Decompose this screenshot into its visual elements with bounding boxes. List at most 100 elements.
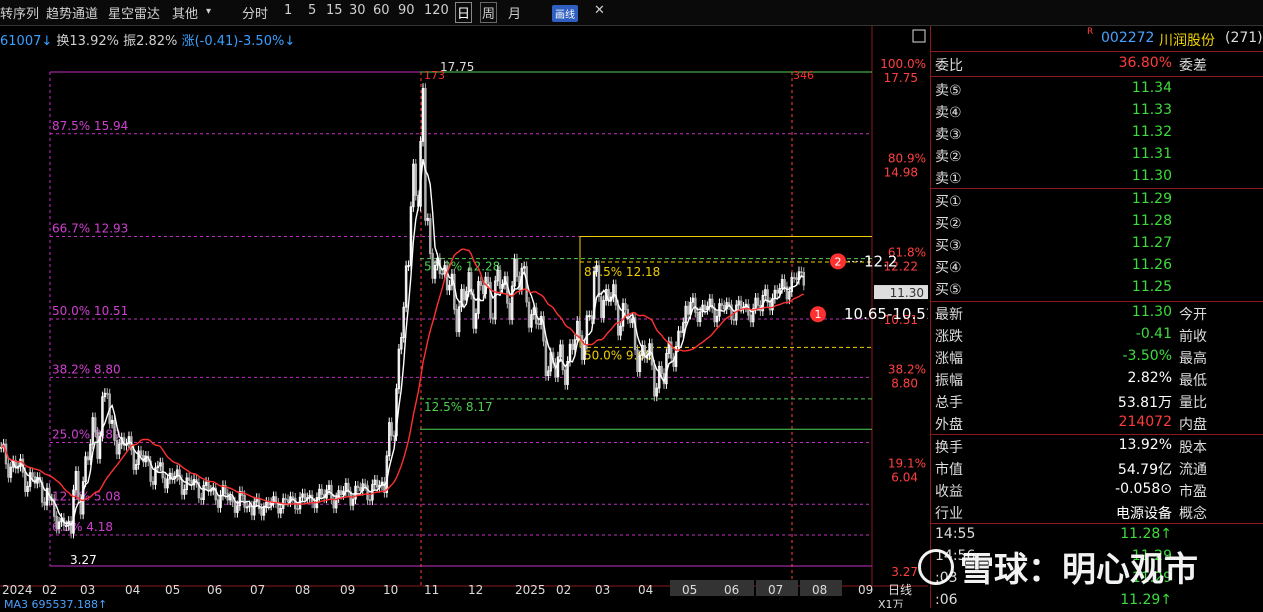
xaxis-label: 05 (682, 583, 697, 597)
candle-body (508, 302, 511, 320)
sell-row-5-value: 11.34 (1131, 80, 1172, 96)
candle-body (653, 364, 656, 397)
candle-body (178, 469, 181, 481)
stat-row-0-label: 最新 (935, 307, 963, 323)
period-1[interactable]: 1 (284, 3, 292, 18)
period-60[interactable]: 60 (373, 3, 390, 18)
candle-body (472, 293, 475, 329)
axis-price: 6.04 (891, 470, 918, 484)
period-30[interactable]: 30 (349, 3, 366, 18)
sell-row-1-value: 11.30 (1131, 168, 1172, 184)
candle-body (320, 488, 324, 495)
stat-row-0: 最新 11.30 今开 (931, 302, 1263, 324)
candle-body (527, 301, 531, 328)
buy-row-4-value: 11.26 (1131, 257, 1172, 273)
period-15[interactable]: 15 (326, 3, 343, 18)
tick-row: :06 11.29↑ (931, 590, 1263, 612)
period-90[interactable]: 90 (398, 3, 415, 18)
candle-body (713, 307, 716, 323)
menu-star-radar[interactable]: 星空雷达 (108, 3, 160, 22)
candle-body (679, 330, 683, 333)
candle-body (515, 258, 519, 278)
candle-body (590, 315, 593, 320)
candle-body (544, 340, 548, 376)
candle-body (455, 308, 458, 333)
period-week[interactable]: 周 (479, 2, 498, 23)
buy-row-1-label: 买① (935, 194, 962, 210)
bar-label-346: 346 (793, 69, 814, 82)
sell-row-2: 卖② 11.31 (931, 144, 1263, 166)
maximize-icon (912, 29, 926, 43)
stat2-row-3-label: 行业 (935, 506, 963, 522)
stat-row-4-label2: 量比 (1179, 395, 1207, 411)
chevron-down-icon[interactable]: ▾ (206, 6, 211, 17)
marker-2-num: 2 (835, 255, 842, 268)
xaxis-label: 10 (383, 583, 398, 597)
menu-sequence[interactable]: 转序列 (0, 3, 39, 22)
buy-row-1: 买① 11.29 (931, 189, 1263, 211)
xaxis-label: 07 (250, 583, 265, 597)
stat-row-4: 总手 53.81万 量比 (931, 390, 1263, 412)
candle-body (356, 485, 360, 488)
xueqiu-logo-icon (918, 549, 954, 585)
panel-header: R 002272 川润股份 (271) (931, 27, 1263, 50)
candle-body (749, 314, 753, 323)
candle-body (802, 271, 806, 286)
candlestick-chart[interactable]: 87.5% 15.94 66.7% 12.93 50.0% 10.51 38.2% 8… (0, 26, 928, 608)
menu-other[interactable]: 其他 (172, 3, 198, 22)
draw-line-button[interactable]: 画线 (552, 5, 578, 22)
stat2-row-2-label2: 市盈 (1179, 484, 1207, 500)
period-label: 日线 (888, 583, 912, 597)
candle-body (86, 456, 90, 461)
candle-body (783, 279, 786, 288)
candle-body (732, 318, 736, 321)
candle-body (428, 218, 432, 254)
inner-fib-label: 12.5% 8.17 (424, 400, 493, 414)
period-120[interactable]: 120 (424, 3, 449, 18)
axis-price: 17.75 (884, 71, 918, 85)
stat2-row-1: 市值 54.79亿 流通 (931, 457, 1263, 479)
marker-2-text: 12.2 (864, 252, 897, 270)
sell-row-4-value: 11.33 (1131, 102, 1172, 118)
stat2-row-2: 收益 -0.058⊙ 市盈 (931, 479, 1263, 501)
buy-row-2: 买② 11.28 (931, 211, 1263, 233)
fib-label: 38.2% 8.80 (52, 362, 121, 376)
xaxis-label: 11 (424, 583, 439, 597)
stat-row-0-label2: 今开 (1179, 307, 1207, 323)
candle-body (491, 317, 495, 320)
candle-body (441, 273, 444, 276)
xaxis-label: 02 (556, 583, 571, 597)
xaxis-label: 03 (595, 583, 610, 597)
stat-row-3-value: 2.82% (1127, 370, 1172, 386)
candle-body (739, 300, 743, 309)
period-5[interactable]: 5 (308, 3, 316, 18)
candle-body (414, 163, 417, 196)
tab-fenshi[interactable]: 分时 (242, 3, 268, 22)
candle-body (636, 349, 639, 373)
period-day[interactable]: 日 (454, 2, 473, 23)
chart-toolbar: 转序列 趋势通道 星空雷达 其他 ▾ 分时 1 5 15 30 60 90 12… (0, 0, 1263, 26)
stock-code: 002272 (1101, 30, 1155, 46)
candle-body (187, 477, 191, 481)
xaxis-label: 02 (42, 583, 57, 597)
close-icon[interactable]: ✕ (594, 3, 605, 18)
candle-body (284, 498, 287, 501)
candle-body (392, 435, 396, 438)
sell-row-3: 卖③ 11.32 (931, 122, 1263, 144)
stat-row-5-label2: 内盘 (1179, 417, 1207, 433)
candle-body (578, 320, 581, 336)
candle-body (303, 493, 307, 500)
period-month[interactable]: 月 (508, 3, 521, 22)
menu-trend-channel[interactable]: 趋势通道 (46, 3, 98, 22)
candle-body (600, 296, 603, 318)
marker-1-text: 10.65-10.51 (844, 305, 928, 323)
stat2-row-0-label2: 股本 (1179, 440, 1207, 456)
candle-body (7, 463, 10, 478)
candle-body (624, 303, 627, 310)
fib-label: 87.5% 15.94 (52, 119, 128, 133)
stat-row-1-label2: 前收 (1179, 329, 1207, 345)
low-label: 3.27 (70, 553, 97, 567)
candle-body (660, 365, 663, 374)
candle-body (296, 508, 299, 511)
fib-label: 12.5% 5.08 (52, 489, 121, 503)
